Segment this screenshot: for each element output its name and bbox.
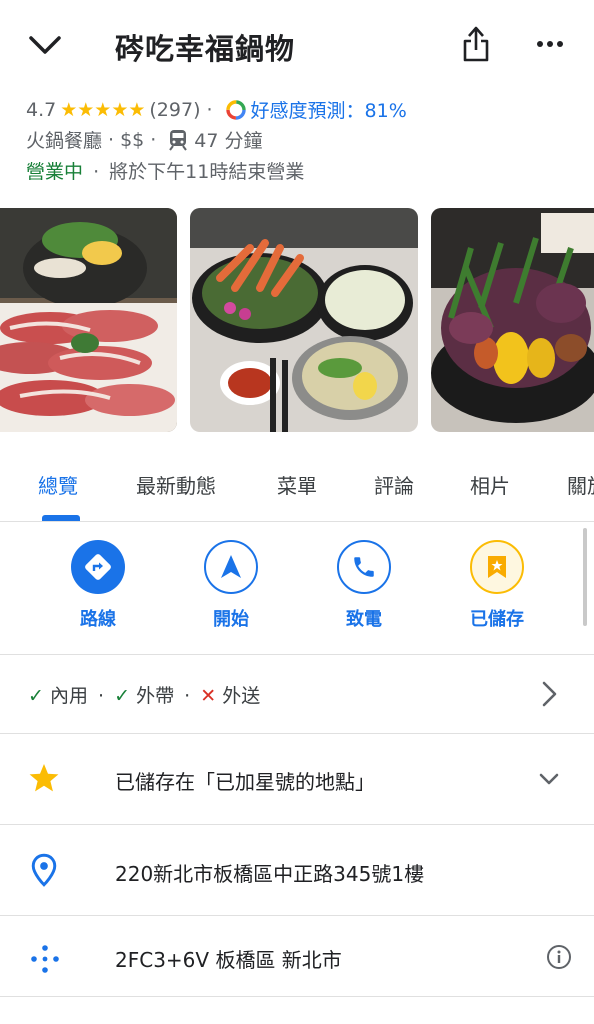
delivery-label: 外送	[222, 685, 261, 707]
star-icon	[29, 764, 59, 792]
rating-row: 4.7 ★★★★★ (297) · 好感度預測：81%	[26, 96, 407, 123]
cross-icon: ✕	[200, 685, 217, 707]
tab-photos[interactable]: 相片	[470, 470, 510, 499]
page-title: 硶吃幸福鍋物	[115, 32, 296, 66]
tab-reviews[interactable]: 評論	[374, 470, 414, 499]
directions-button[interactable]: 路線	[48, 540, 148, 631]
service-options: ✓ 內用 · ✓ 外帶 · ✕ 外送	[28, 681, 260, 708]
photo-seafood-hotpot[interactable]	[190, 208, 418, 432]
separator: ·	[150, 128, 157, 151]
separator: ·	[184, 685, 191, 707]
separator: ·	[206, 98, 213, 121]
transit-time: 47 分鐘	[194, 130, 263, 152]
more-options-icon[interactable]	[534, 34, 566, 54]
photo-vegetable-pot[interactable]	[431, 208, 594, 432]
separator: ·	[108, 128, 115, 151]
tab-menu[interactable]: 菜單	[277, 470, 317, 499]
directions-label: 路線	[80, 609, 116, 630]
share-icon[interactable]	[458, 24, 494, 64]
call-label: 致電	[346, 609, 382, 630]
action-bar: 路線 開始 致電 已儲存	[0, 522, 594, 655]
start-label: 開始	[213, 609, 249, 630]
directions-icon	[85, 554, 111, 580]
service-options-row[interactable]: ✓ 內用 · ✓ 外帶 · ✕ 外送	[0, 655, 594, 734]
tab-about[interactable]: 關於	[567, 470, 594, 499]
separator: ·	[98, 685, 105, 707]
header: 硶吃幸福鍋物	[0, 0, 594, 90]
plus-code-text: 2FC3+6V 板橋區 新北市	[115, 948, 342, 972]
price-level: $$	[120, 128, 145, 151]
active-tab-indicator	[42, 515, 80, 521]
saved-list-row[interactable]: 已儲存在「已加星號的地點」	[0, 734, 594, 825]
address-row[interactable]: 220新北市板橋區中正路345號1樓	[0, 825, 594, 916]
review-count[interactable]: (297)	[149, 99, 200, 121]
saved-button[interactable]: 已儲存	[447, 540, 547, 631]
chevron-down-icon[interactable]	[28, 30, 62, 60]
plus-code-icon	[31, 945, 59, 973]
tab-bar: 總覽 最新動態 菜單 評論 相片 關於	[0, 458, 594, 522]
check-icon: ✓	[28, 685, 44, 707]
photo-meat-platter[interactable]	[0, 208, 177, 432]
check-icon: ✓	[114, 685, 131, 707]
tab-updates[interactable]: 最新動態	[136, 470, 216, 499]
separator: ·	[93, 161, 100, 183]
scrollbar[interactable]	[583, 528, 587, 626]
info-icon[interactable]	[546, 944, 572, 970]
train-icon	[169, 129, 188, 151]
location-pin-icon	[31, 853, 57, 887]
phone-icon	[354, 557, 374, 577]
navigation-icon	[221, 555, 241, 578]
hours-row[interactable]: 營業中 · 將於下午11時結束營業	[26, 157, 304, 184]
open-status: 營業中	[26, 161, 84, 183]
saved-list-text: 已儲存在「已加星號的地點」	[115, 770, 375, 794]
saved-bookmark-icon	[488, 556, 506, 578]
closing-time: 將於下午11時結束營業	[109, 161, 305, 183]
plus-code-row[interactable]: 2FC3+6V 板橋區 新北市	[0, 916, 594, 997]
dine-in-label: 內用	[49, 685, 88, 707]
takeout-label: 外帶	[136, 685, 175, 707]
rating-value: 4.7	[26, 98, 57, 121]
category-row: 火鍋餐廳 · $$ · 47 分鐘	[26, 126, 263, 153]
star-rating-icon: ★★★★★	[60, 98, 146, 121]
address-text: 220新北市板橋區中正路345號1樓	[115, 862, 425, 886]
saved-label: 已儲存	[470, 609, 524, 630]
call-button[interactable]: 致電	[314, 540, 414, 631]
chevron-right-icon	[542, 681, 557, 707]
start-button[interactable]: 開始	[181, 540, 281, 631]
match-score[interactable]: 好感度預測：81%	[251, 96, 407, 123]
tab-overview[interactable]: 總覽	[38, 470, 78, 499]
google-match-icon	[225, 99, 246, 120]
chevron-down-icon	[539, 773, 559, 785]
category: 火鍋餐廳	[26, 130, 103, 152]
